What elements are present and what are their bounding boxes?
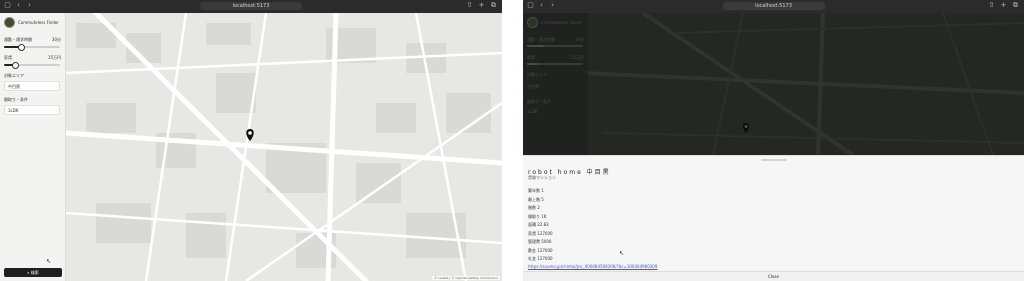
area-label: 対象エリア — [4, 73, 24, 78]
detail-row: 面積 22.83 — [528, 222, 549, 227]
layout-label: 間取り・条件 — [527, 99, 551, 104]
rent-slider[interactable] — [527, 63, 583, 65]
detail-row: 家賃 127000 — [528, 230, 553, 236]
forward-icon[interactable]: › — [26, 2, 33, 9]
detail-row: 築年数 1 — [528, 188, 544, 193]
browser-toolbar: ▢ ‹ › localhost:5173 ⇧ + ⧉ — [0, 0, 502, 13]
share-icon[interactable]: ⇧ — [466, 2, 473, 9]
new-tab-icon[interactable]: + — [1000, 2, 1007, 9]
map-view[interactable]: © Leaflet | © OpenStreetMap contributors — [66, 13, 502, 281]
listing-link[interactable]: https://suumo.jp/chintai/jnc_00008456830… — [528, 264, 657, 269]
forward-icon[interactable]: › — [549, 2, 556, 9]
layout-select[interactable]: 1LDK — [4, 105, 60, 115]
commute-time-label: 通勤・通学時間 — [527, 37, 555, 42]
detail-row: 管理費 5000 — [528, 239, 552, 244]
mouse-cursor: ↖ — [619, 250, 625, 257]
address-bar[interactable]: localhost:5173 — [722, 2, 825, 10]
rent-slider[interactable] — [4, 62, 60, 69]
detail-row: 階数 2 — [528, 205, 540, 210]
sheet-drag-handle[interactable] — [760, 159, 787, 161]
commute-time-value: 30分 — [574, 37, 584, 42]
detail-row: 間取り 1K — [528, 213, 547, 219]
commute-time-slider[interactable] — [527, 45, 583, 47]
filter-sidebar-dimmed: Commuteless Finder 通勤・通学時間 30分 家賃 15万円 対… — [523, 13, 588, 155]
map-attribution[interactable]: © Leaflet | © OpenStreetMap contributors — [432, 276, 500, 280]
logo-icon — [527, 17, 538, 28]
slider-knob[interactable] — [12, 62, 19, 69]
area-select[interactable]: 中目黒 — [527, 84, 539, 90]
brand: Commuteless Finder — [527, 17, 582, 28]
mouse-cursor: ↖ — [46, 258, 52, 265]
detail-row: 敷金 127000 — [528, 247, 553, 253]
rent-value: 15万円 — [570, 55, 584, 60]
share-icon[interactable]: ⇧ — [988, 2, 995, 9]
brand-name: Commuteless Finder — [541, 20, 582, 25]
logo-icon — [4, 17, 15, 28]
slider-fill — [527, 45, 544, 47]
search-button-label: 検索 — [30, 270, 39, 275]
area-select[interactable]: 中目黒 — [4, 81, 60, 91]
detail-row: 礼金 127000 — [528, 256, 553, 261]
right-screenshot: ▢ ‹ › localhost:5173 ⇧ + ⧉ Commuteless F… — [523, 0, 1024, 281]
rent-label: 家賃 — [4, 55, 12, 60]
tabs-icon[interactable]: ⧉ — [1012, 2, 1019, 9]
left-screenshot: ▢ ‹ › localhost:5173 ⇧ + ⧉ Commuteless F… — [0, 0, 502, 281]
back-icon[interactable]: ‹ — [538, 2, 545, 9]
street-map-dimmed — [523, 13, 1024, 155]
street-map[interactable] — [66, 13, 502, 281]
filter-sidebar: Commuteless Finder 通勤・通学時間 30分 家賃 15万円 対… — [0, 13, 66, 281]
sidebar-toggle-icon[interactable]: ▢ — [527, 2, 534, 9]
slider-knob[interactable] — [18, 44, 25, 51]
property-type: 賃貸マンション — [528, 175, 556, 180]
commute-time-value: 30分 — [51, 37, 61, 42]
commute-time-label: 通勤・通学時間 — [4, 37, 32, 42]
map-view-dimmed[interactable]: Commuteless Finder 通勤・通学時間 30分 家賃 15万円 対… — [523, 13, 1024, 155]
sidebar-toggle-icon[interactable]: ▢ — [4, 2, 11, 9]
brand-name: Commuteless Finder — [18, 20, 59, 25]
tabs-icon[interactable]: ⧉ — [490, 2, 497, 9]
commute-time-slider[interactable] — [4, 44, 60, 51]
rent-value: 15万円 — [47, 55, 61, 60]
address-bar[interactable]: localhost:5173 — [200, 2, 302, 10]
back-icon[interactable]: ‹ — [15, 2, 22, 9]
property-detail-sheet: robot home 中目黒 賃貸マンション 築年数 1 最上階 5 階数 2 間取り… — [523, 155, 1024, 281]
layout-select[interactable]: 1LDK — [527, 109, 537, 114]
browser-toolbar: ▢ ‹ › localhost:5173 ⇧ + ⧉ — [523, 0, 1024, 13]
slider-fill — [527, 63, 538, 65]
search-button[interactable]: ⌕ 検索 — [4, 268, 62, 277]
area-label: 対象エリア — [527, 72, 547, 77]
detail-row: 最上階 5 — [528, 196, 544, 202]
rent-label: 家賃 — [527, 55, 535, 60]
layout-label: 間取り・条件 — [4, 97, 28, 102]
close-button[interactable]: Close — [523, 271, 1024, 281]
brand: Commuteless Finder — [4, 17, 59, 28]
new-tab-icon[interactable]: + — [478, 2, 485, 9]
